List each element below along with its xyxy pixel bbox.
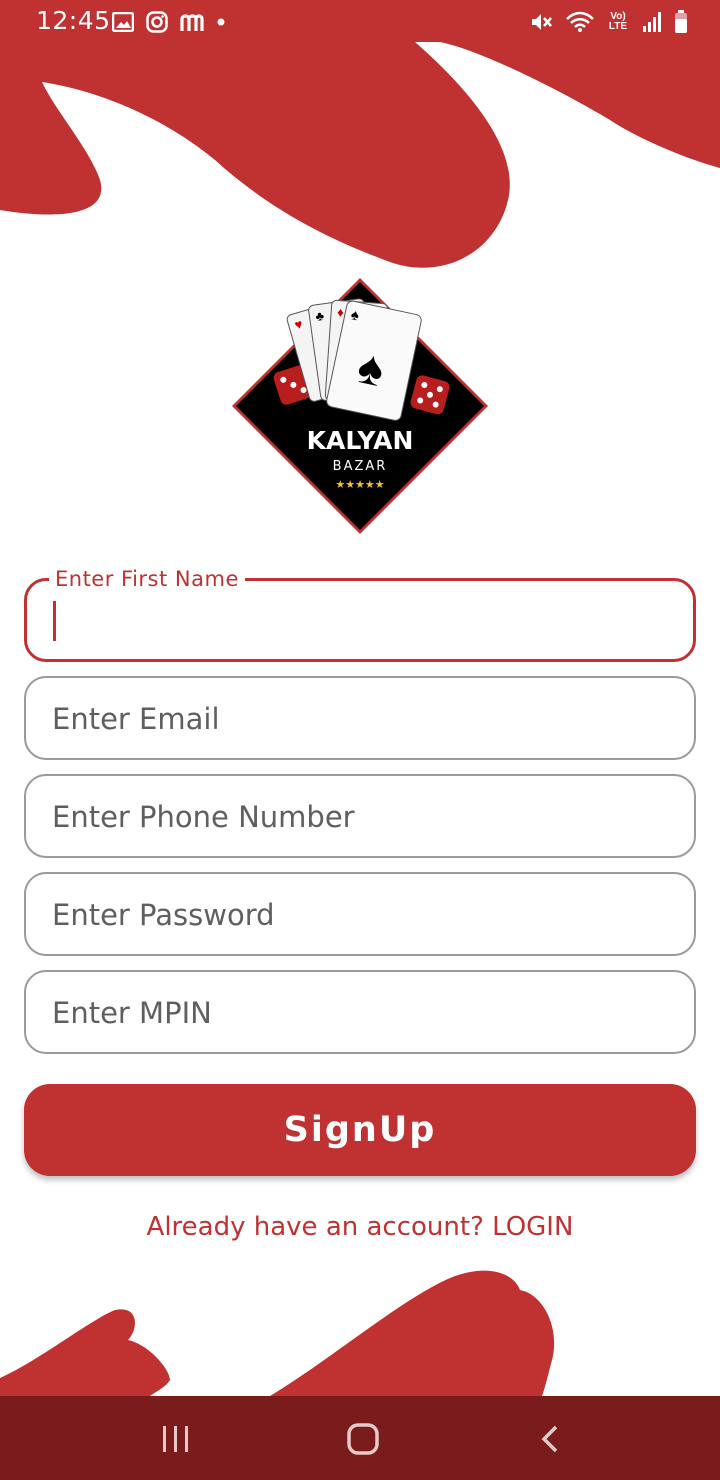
status-icons-left (112, 8, 226, 36)
first-name-field[interactable]: Enter First Name (24, 567, 696, 662)
phone-placeholder: Enter Phone Number (52, 800, 355, 834)
signal-icon (643, 12, 661, 32)
navigation-bar (0, 1396, 720, 1480)
signup-button[interactable]: SignUp (24, 1084, 696, 1176)
status-bar: 12:45 Vo) LTE (0, 0, 720, 44)
login-link[interactable]: Already have an account? LOGIN (0, 1212, 720, 1242)
back-icon[interactable] (538, 1424, 562, 1454)
logo-stars: ★★★★★ (335, 478, 384, 491)
logo-graphic: ♥ ♣ ♦ ♠♠ KALYAN BAZAR ★★★★★ (232, 278, 488, 534)
logo-subtitle: BAZAR (333, 459, 388, 474)
phone-number-field[interactable]: Enter Phone Number (24, 774, 696, 858)
m-app-icon (180, 14, 204, 31)
wifi-icon (566, 11, 594, 32)
first-name-label: Enter First Name (49, 567, 245, 591)
app-logo: ♥ ♣ ♦ ♠ ♠ KALYAN BAZAR ★★★★★ (230, 276, 490, 536)
dot-icon (217, 18, 225, 26)
battery-icon (675, 10, 687, 33)
password-field[interactable]: Enter Password (24, 872, 696, 956)
mute-icon (532, 14, 552, 30)
logo-title: KALYAN (307, 426, 414, 455)
home-icon[interactable] (346, 1422, 380, 1456)
volte-icon: Vo) LTE (608, 11, 628, 32)
password-placeholder: Enter Password (52, 898, 275, 932)
status-time: 12:45 (36, 6, 111, 35)
status-icons-right: Vo) LTE (530, 8, 688, 36)
recent-apps-icon[interactable] (160, 1424, 192, 1454)
instagram-icon (146, 11, 168, 33)
mpin-placeholder: Enter MPIN (52, 996, 212, 1030)
image-icon (112, 12, 134, 32)
email-field[interactable]: Enter Email (24, 676, 696, 760)
mpin-field[interactable]: Enter MPIN (24, 970, 696, 1054)
text-caret (53, 601, 56, 641)
email-placeholder: Enter Email (52, 702, 220, 736)
